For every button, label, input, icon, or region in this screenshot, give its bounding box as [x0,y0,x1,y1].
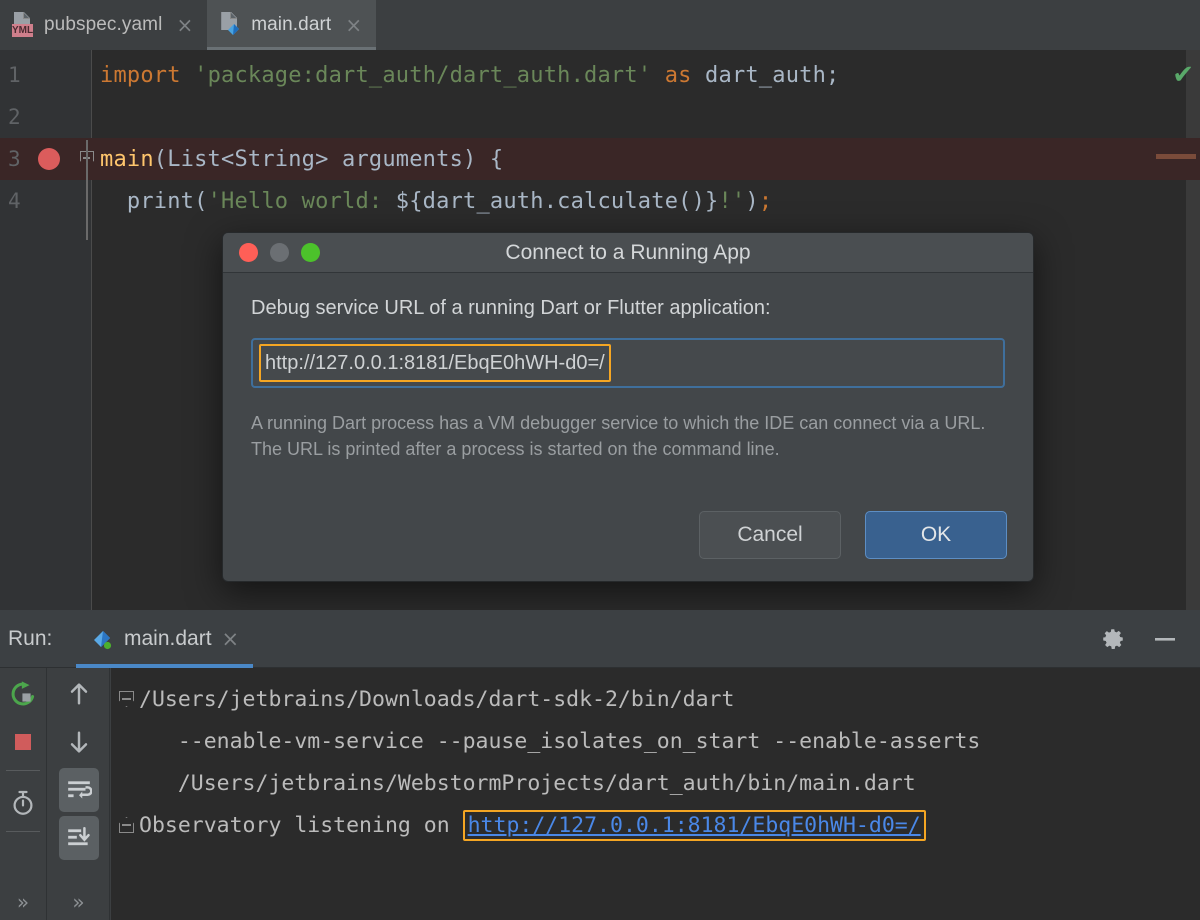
editor-tab-main-dart[interactable]: main.dart × [207,0,376,50]
dialog-title: Connect to a Running App [223,241,1033,265]
run-tab-main-dart[interactable]: main.dart × [76,610,253,668]
code-line[interactable]: 3main(List<String> arguments) { [0,138,1200,180]
code-token: dart_auth; [692,63,840,88]
run-panel-header: Run: main.dart × [0,610,1200,668]
dialog-description: A running Dart process has a VM debugger… [251,410,1003,462]
observatory-url-link[interactable]: http://127.0.0.1:8181/EbqE0hWH-d0=/ [463,810,926,841]
console-fold-closed-icon[interactable] [119,817,134,833]
scroll-to-end-toggle[interactable] [59,816,99,860]
gutter-error-marker[interactable] [1156,154,1196,159]
breakpoint-icon[interactable] [38,148,60,170]
expand-left-toolbar[interactable]: » [17,890,29,914]
code-token: ) [745,189,758,214]
minimize-icon[interactable] [1152,626,1178,652]
ide-window: YML pubspec.yaml × main.dart × 1 import '… [0,0,1200,920]
editor-tab-label: main.dart [251,14,331,36]
console-text-segment: /Users/jetbrains/Downloads/dart-sdk-2/bi… [139,687,734,712]
console-line: Observatory listening on http://127.0.0.… [111,804,1200,846]
code-token: print( [100,189,208,214]
code-token: ${dart_auth.calculate()} [396,189,719,214]
connect-to-running-app-dialog: Connect to a Running App Debug service U… [222,232,1034,582]
toolbar-divider [6,831,40,832]
expand-right-toolbar[interactable]: » [72,890,84,914]
inspection-ok-checkmark[interactable]: ✔ [1172,60,1194,90]
editor-marker-bar[interactable] [1186,50,1200,610]
console-line-text: Observatory listening on http://127.0.0.… [139,813,926,838]
editor-tab-close-icon[interactable]: × [172,15,193,35]
dart-run-config-icon [90,627,114,651]
url-selection-highlight: http://127.0.0.1:8181/EbqE0hWH-d0=/ [259,344,611,382]
yaml-file-icon: YML [12,12,34,38]
dart-file-icon [219,12,241,38]
editor-tab-label: pubspec.yaml [44,14,162,36]
run-header-actions [1100,610,1200,668]
code-token [651,63,664,88]
debug-url-input[interactable]: http://127.0.0.1:8181/EbqE0hWH-d0=/ [251,338,1005,388]
code-token: (List<String> arguments) { [154,147,504,172]
dart-logo-icon [225,21,241,37]
code-line[interactable]: 2 [0,96,1160,138]
line-number: 2 [0,105,52,129]
editor-tab-pubspec-yaml[interactable]: YML pubspec.yaml × [0,0,207,50]
toolbar-divider [6,770,40,771]
run-tab-close-icon[interactable]: × [222,627,240,651]
console-text-segment: Observatory listening on [139,813,463,838]
code-token: as [665,63,692,88]
editor-tab-bar: YML pubspec.yaml × main.dart × [0,0,1200,50]
run-tool-window: Run: main.dart × [0,610,1200,920]
run-toolbar-secondary: » [48,668,110,920]
console-line-text: /Users/jetbrains/Downloads/dart-sdk-2/bi… [139,687,734,712]
console-text-segment: --enable-vm-service --pause_isolates_on_… [139,729,980,754]
console-text-segment: /Users/jetbrains/WebstormProjects/dart_a… [139,771,916,796]
code-token: !' [718,189,745,214]
console-line: /Users/jetbrains/Downloads/dart-sdk-2/bi… [111,678,1200,720]
dialog-body: Debug service URL of a running Dart or F… [223,273,1033,462]
dialog-title-bar[interactable]: Connect to a Running App [223,233,1033,273]
console-line-text: --enable-vm-service --pause_isolates_on_… [139,729,980,754]
code-line-text: main(List<String> arguments) { [100,147,503,172]
code-line[interactable]: 1 import 'package:dart_auth/dart_auth.dar… [0,54,1160,96]
down-arrow-button[interactable] [59,720,99,764]
run-panel-title: Run: [0,627,52,651]
stop-button[interactable] [3,720,43,764]
code-line-text: import 'package:dart_auth/dart_auth.dart… [100,63,840,88]
code-token: 'package:dart_auth/dart_auth.dart' [194,63,651,88]
code-token [181,63,194,88]
fold-guide-line [86,140,88,240]
code-token: import [100,63,181,88]
run-tab-label: main.dart [124,627,212,651]
code-token: main [100,147,154,172]
code-token: ; [759,189,772,214]
line-number: 4 [0,189,52,213]
console-line-text: /Users/jetbrains/WebstormProjects/dart_a… [139,771,916,796]
code-token: 'Hello world: [208,189,396,214]
line-number: 1 [0,63,52,87]
ok-button[interactable]: OK [865,511,1007,559]
gear-icon[interactable] [1100,626,1126,652]
up-arrow-button[interactable] [59,672,99,716]
dialog-button-row: Cancel OK [699,511,1007,559]
run-console-output[interactable]: /Users/jetbrains/Downloads/dart-sdk-2/bi… [111,668,1200,920]
code-line[interactable]: 4 print('Hello world: ${dart_auth.calcul… [0,180,1160,222]
rerun-button[interactable] [3,672,43,716]
timer-button[interactable] [3,781,43,825]
cancel-button[interactable]: Cancel [699,511,841,559]
console-line: /Users/jetbrains/WebstormProjects/dart_a… [111,762,1200,804]
console-fold-open-icon[interactable] [119,691,134,707]
debug-url-value[interactable]: http://127.0.0.1:8181/EbqE0hWH-d0=/ [265,352,605,375]
debug-url-label: Debug service URL of a running Dart or F… [251,297,1005,320]
run-toolbar-primary: » [0,668,47,920]
code-line-text: print('Hello world: ${dart_auth.calculat… [100,189,772,214]
editor-tab-close-icon[interactable]: × [341,15,362,35]
console-line: --enable-vm-service --pause_isolates_on_… [111,720,1200,762]
soft-wrap-toggle[interactable] [59,768,99,812]
